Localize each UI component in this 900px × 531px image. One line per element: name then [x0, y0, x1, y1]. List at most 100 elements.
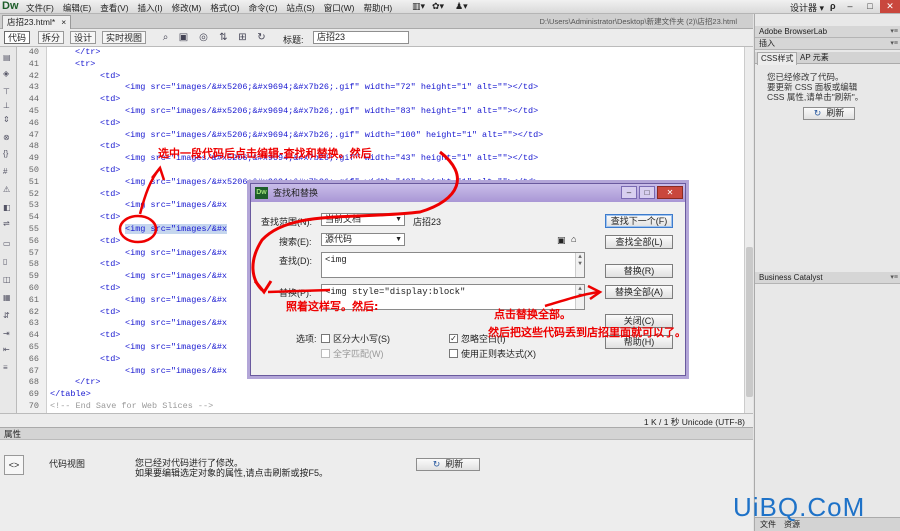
- properties-refresh-button[interactable]: ↻ 刷新: [416, 458, 480, 471]
- show-code-navigator-icon[interactable]: ◈: [3, 69, 9, 78]
- find-next-button[interactable]: 查找下一个(F): [605, 214, 673, 228]
- dialog-minimize-button[interactable]: –: [621, 186, 637, 199]
- panel-menu-icon[interactable]: ▾≡: [890, 38, 898, 50]
- dialog-close-button[interactable]: ✕: [657, 186, 683, 199]
- code-line[interactable]: <td>: [100, 236, 120, 246]
- wrap-tag-icon[interactable]: ◫: [3, 275, 11, 284]
- code-line[interactable]: <td>: [100, 189, 120, 199]
- match-case-checkbox[interactable]: 区分大小写(S): [321, 332, 390, 345]
- menu-item[interactable]: 修改(M): [172, 2, 202, 14]
- properties-title[interactable]: 属性: [0, 428, 753, 440]
- dialog-maximize-button[interactable]: □: [639, 186, 655, 199]
- code-line[interactable]: <img src="images/&#x: [125, 295, 227, 305]
- code-line[interactable]: </tr>: [75, 47, 101, 57]
- code-line[interactable]: <img src="images/&#x: [125, 342, 227, 352]
- code-line[interactable]: <td>: [100, 118, 120, 128]
- menu-item[interactable]: 文件(F): [26, 2, 54, 14]
- code-line[interactable]: <td>: [100, 330, 120, 340]
- word-wrap-icon[interactable]: ⇌: [3, 219, 10, 228]
- menu-item[interactable]: 帮助(H): [363, 2, 392, 14]
- code-line[interactable]: <img src="images/&#x5206;&#x9694;&#x7b26…: [125, 82, 538, 92]
- code-view-button[interactable]: 代码: [4, 31, 31, 44]
- live-view-button[interactable]: 实时视图: [102, 31, 147, 44]
- insert-panel-header[interactable]: 插入 ▾≡: [755, 38, 900, 50]
- save-query-icon[interactable]: ▣: [557, 235, 566, 246]
- balance-braces-icon[interactable]: {}: [3, 149, 8, 158]
- menu-item[interactable]: 格式(O): [210, 2, 239, 14]
- code-line[interactable]: <img src="images/&#x: [125, 366, 227, 376]
- close-tab-icon[interactable]: ×: [61, 17, 66, 27]
- scope-select[interactable]: 当前文档 ▼: [321, 213, 405, 226]
- visual-aids-icon[interactable]: ⊞: [237, 32, 248, 43]
- scrollbar-thumb[interactable]: [746, 247, 753, 397]
- user-icon[interactable]: ♟▾: [455, 1, 468, 12]
- maximize-button[interactable]: □: [860, 0, 880, 13]
- code-line[interactable]: <td>: [100, 94, 120, 104]
- format-source-icon[interactable]: ≡: [3, 363, 8, 372]
- indent-code-icon[interactable]: ⇥: [3, 329, 10, 338]
- collapse-selection-icon[interactable]: ⊥: [3, 101, 10, 110]
- whole-word-checkbox[interactable]: 全字匹配(W): [321, 347, 384, 360]
- tab-css-styles[interactable]: CSS样式: [757, 52, 798, 65]
- gear-icon[interactable]: ✿▾: [432, 1, 444, 12]
- document-tab[interactable]: 店招23.html* ×: [2, 15, 72, 29]
- code-line[interactable]: <img src="images/&#x: [125, 318, 227, 328]
- code-line[interactable]: <td>: [100, 283, 120, 293]
- code-line[interactable]: <img src="images/&#x: [125, 224, 228, 234]
- search-icon[interactable]: ρ: [830, 1, 836, 11]
- preview-browser-icon[interactable]: ◎: [198, 32, 209, 43]
- business-catalyst-header[interactable]: Business Catalyst ▾≡: [755, 272, 900, 284]
- code-comment[interactable]: <!-- End Save for Web Slices -->: [50, 401, 213, 411]
- syntax-error-icon[interactable]: ◧: [3, 203, 11, 212]
- refresh-icon[interactable]: ↻: [256, 32, 267, 43]
- checkbox-box[interactable]: [321, 334, 330, 343]
- minimize-button[interactable]: –: [840, 0, 860, 13]
- code-line[interactable]: <td>: [100, 354, 120, 364]
- editor-scrollbar[interactable]: [744, 47, 753, 413]
- workspace-switcher[interactable]: 设计器 ▾: [790, 1, 824, 14]
- code-line[interactable]: </tr>: [75, 377, 101, 387]
- replace-button[interactable]: 替换(R): [605, 264, 673, 278]
- checkbox-box[interactable]: [321, 349, 330, 358]
- move-css-icon[interactable]: ⇵: [3, 311, 10, 320]
- menu-item[interactable]: 站点(S): [286, 2, 314, 14]
- code-line[interactable]: <img src="images/&#x5206;&#x9694;&#x7b26…: [125, 130, 543, 140]
- code-line[interactable]: <tr>: [75, 59, 95, 69]
- outdent-code-icon[interactable]: ⇤: [3, 345, 10, 354]
- code-line[interactable]: <img src="images/&#x: [125, 271, 227, 281]
- multiscreen-icon[interactable]: ▣: [178, 32, 189, 43]
- code-line[interactable]: <td>: [100, 141, 120, 151]
- menu-item[interactable]: 查看(V): [100, 2, 128, 14]
- layout-icon[interactable]: ▥▾: [412, 1, 425, 12]
- expand-all-icon[interactable]: ⇕: [3, 115, 10, 124]
- checkbox-checked[interactable]: ✓: [449, 334, 458, 343]
- highlight-invalid-icon[interactable]: ⚠: [3, 185, 10, 194]
- menu-item[interactable]: 命令(C): [249, 2, 278, 14]
- apply-comment-icon[interactable]: ▭: [3, 239, 11, 248]
- menu-item[interactable]: 窗口(W): [324, 2, 355, 14]
- code-line[interactable]: <td>: [100, 71, 120, 81]
- css-refresh-button[interactable]: ↻ 刷新: [803, 107, 855, 120]
- file-management-icon[interactable]: ⇅: [218, 32, 229, 43]
- regex-checkbox[interactable]: 使用正则表达式(X): [449, 347, 536, 360]
- browserlab-panel-header[interactable]: Adobe BrowserLab ▾≡: [755, 26, 900, 38]
- search-select[interactable]: 源代码 ▼: [321, 233, 405, 246]
- replace-all-button[interactable]: 替换全部(A): [605, 285, 673, 299]
- code-line[interactable]: <td>: [100, 212, 120, 222]
- code-line[interactable]: <td>: [100, 259, 120, 269]
- find-textarea[interactable]: <img ▲ ▼: [321, 252, 585, 278]
- checkbox-box[interactable]: [449, 349, 458, 358]
- remove-comment-icon[interactable]: ▯: [3, 257, 7, 266]
- menu-item[interactable]: 插入(I): [138, 2, 163, 14]
- dialog-title-bar[interactable]: Dw 查找和替换 – □ ✕: [251, 184, 685, 202]
- code-line[interactable]: <img src="images/&#x: [125, 248, 227, 258]
- menu-item[interactable]: 编辑(E): [63, 2, 91, 14]
- design-view-button[interactable]: 设计: [70, 31, 97, 44]
- line-numbers-icon[interactable]: #: [3, 167, 7, 176]
- code-line[interactable]: </table>: [50, 389, 91, 399]
- code-line[interactable]: <td>: [100, 307, 120, 317]
- code-line[interactable]: <img src="images/&#x: [125, 200, 227, 210]
- close-window-button[interactable]: ✕: [880, 0, 900, 13]
- recent-snippets-icon[interactable]: ▦: [3, 293, 11, 302]
- collapse-tag-icon[interactable]: ⊤: [3, 87, 10, 96]
